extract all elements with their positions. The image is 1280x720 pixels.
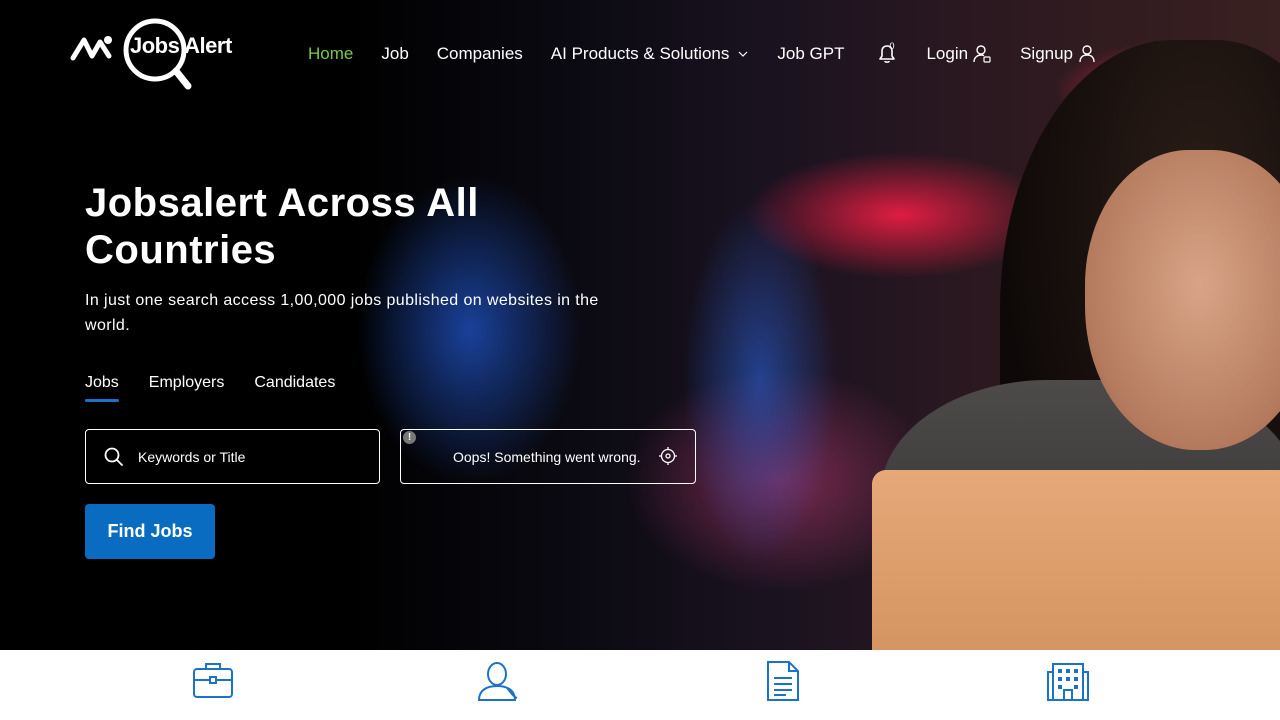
user-lock-icon <box>973 45 991 63</box>
nav-ai-products-label: AI Products & Solutions <box>550 44 730 63</box>
location-error-text: Oops! Something went wrong. <box>453 449 641 465</box>
signup-label: Signup <box>1020 44 1074 63</box>
bell-icon <box>879 45 896 63</box>
site-logo[interactable]: Jobs Alert <box>70 18 240 94</box>
user-icon[interactable] <box>477 660 519 702</box>
location-box[interactable]: ! Oops! Something went wrong. <box>400 429 696 484</box>
locate-me-icon[interactable] <box>658 446 678 466</box>
keyword-search-box <box>85 429 380 484</box>
login-label: Login <box>926 44 969 63</box>
briefcase-icon[interactable] <box>192 660 234 700</box>
user-icon <box>1079 45 1095 63</box>
tab-candidates[interactable]: Candidates <box>254 374 335 402</box>
login-link[interactable]: Login <box>926 44 992 64</box>
building-icon[interactable] <box>1047 660 1089 702</box>
nav-ai-products[interactable]: AI Products & Solutions <box>551 44 750 64</box>
signup-link[interactable]: Signup <box>1020 44 1097 64</box>
tab-employers[interactable]: Employers <box>149 374 225 402</box>
keyword-input[interactable] <box>138 448 358 465</box>
notifications-button[interactable]: 0 <box>872 41 898 65</box>
nav-job[interactable]: Job <box>381 44 408 64</box>
document-icon[interactable] <box>766 660 800 702</box>
notification-count: 0 <box>889 41 895 51</box>
hero-title: Jobsalert Across All Countries <box>85 181 479 272</box>
search-icon <box>104 447 123 466</box>
main-nav: Home Job Companies AI Products & Solutio… <box>308 40 1097 68</box>
nav-companies[interactable]: Companies <box>437 44 523 64</box>
hero-photo-face <box>1085 150 1280 450</box>
nav-job-gpt[interactable]: Job GPT <box>777 44 844 64</box>
category-strip <box>0 650 1280 720</box>
chevron-down-icon <box>738 51 748 57</box>
search-tabs: Jobs Employers Candidates <box>85 374 365 402</box>
find-jobs-button[interactable]: Find Jobs <box>85 504 215 559</box>
nav-home[interactable]: Home <box>308 44 353 64</box>
brand-name: Jobs Alert <box>130 33 232 58</box>
hero-subtitle: In just one search access 1,00,000 jobs … <box>85 292 599 334</box>
error-badge-icon: ! <box>403 431 416 444</box>
tab-jobs[interactable]: Jobs <box>85 374 119 402</box>
hero-photo-laptop <box>872 470 1280 650</box>
